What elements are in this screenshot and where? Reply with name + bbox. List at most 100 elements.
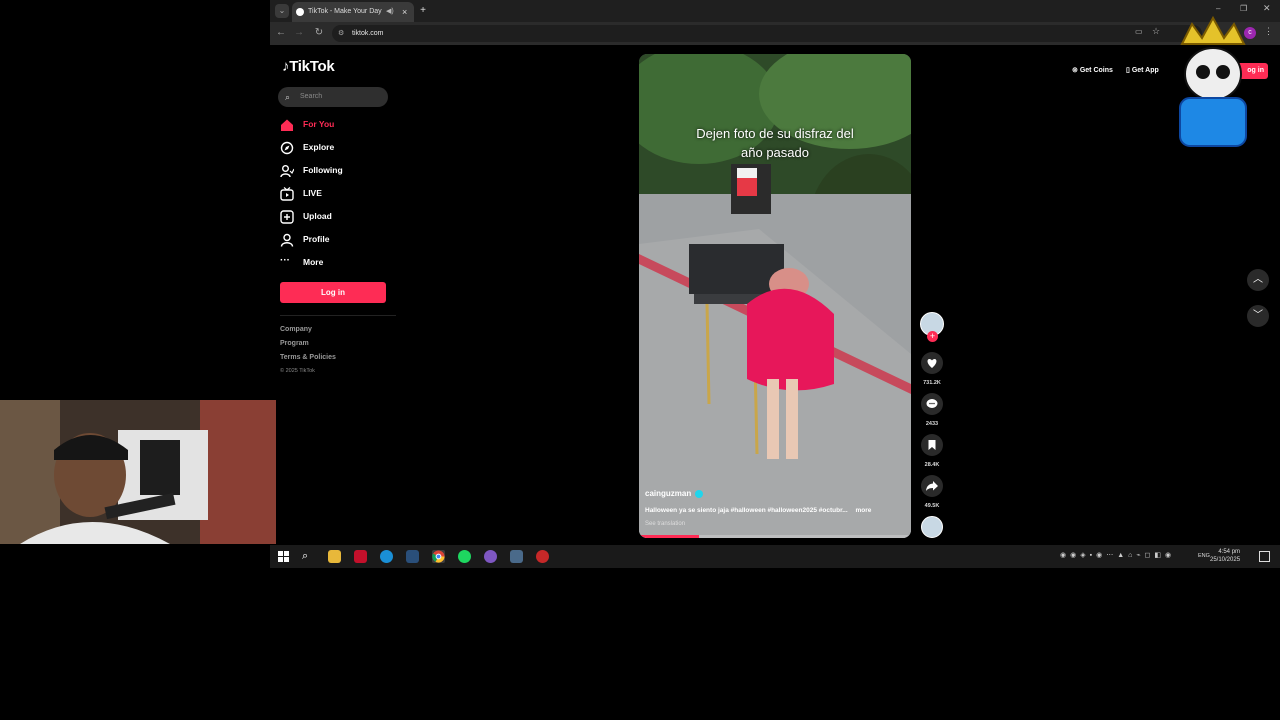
verified-badge-icon [695,489,704,498]
maximize-icon[interactable]: ❐ [1240,4,1247,13]
site-info-icon[interactable]: ⚙ [338,25,344,42]
system-tray-icons[interactable]: ◉◉◈▪◉⋯▲⌂⌁◻◧◉ [1060,551,1175,559]
discord-icon[interactable] [484,550,497,563]
search-icon: ⌕ [285,92,291,102]
search-placeholder: Search [300,93,323,100]
heart-icon [927,359,937,368]
compass-icon [280,141,294,155]
speaker-icon[interactable]: ◀) [386,2,394,22]
search-input[interactable]: ⌕ Search [278,87,388,107]
following-icon [280,164,295,178]
nav-label: Following [303,165,343,175]
more-link[interactable]: more [855,507,871,514]
webcam-overlay [0,400,276,544]
taskbar-search-icon[interactable]: ⌕ [302,550,315,563]
nav-live[interactable]: LIVE [280,185,322,201]
live-icon [280,186,294,201]
app-icon[interactable] [510,550,523,563]
nav-label: More [303,257,324,267]
footer-copyright: © 2025 TikTok [280,368,315,374]
get-app-button[interactable]: ▯ Get App [1126,63,1159,79]
edge-icon[interactable] [380,550,393,563]
tiktok-favicon-icon [296,8,304,16]
coin-icon: ⊚ [1072,67,1078,74]
nav-label: LIVE [303,188,322,198]
tab-search-icon[interactable]: ⌄ [275,4,289,18]
bookmark-star-icon[interactable]: ☆ [1152,26,1160,37]
tab-title: TikTok - Make Your Day [308,8,382,15]
tab-tiktok[interactable]: TikTok - Make Your Day ◀) × [292,2,414,22]
home-icon [280,118,294,132]
upload-icon [280,210,294,224]
url-field[interactable]: ⚙ tiktok.com [332,25,1202,42]
share-button[interactable] [921,475,943,497]
nav-more[interactable]: ··· More [280,254,323,270]
comment-count: 2433 [925,421,939,427]
description-text: Halloween ya se siento jaja #halloween #… [645,507,848,514]
next-video-button[interactable]: ﹀ [1247,305,1269,327]
notification-icon[interactable] [1259,551,1270,562]
footer-program-link[interactable]: Program [280,340,309,347]
nav-explore[interactable]: Explore [280,139,334,155]
clock[interactable]: 4:54 pm 25/10/2025 [1210,548,1240,564]
see-translation-link[interactable]: See translation [645,521,685,527]
clock-date: 25/10/2025 [1210,557,1241,563]
nav-following[interactable]: Following [280,162,343,178]
video-progress-bar[interactable] [639,535,911,538]
get-app-label: Get App [1131,67,1159,74]
bookmark-icon [928,440,936,450]
get-coins-label: Get Coins [1079,67,1113,74]
sidebar-divider [280,315,396,316]
nav-upload[interactable]: Upload [280,208,332,224]
close-tab-icon[interactable]: × [402,2,407,22]
reload-icon[interactable]: ↻ [312,26,326,40]
language-indicator[interactable]: ENG [1198,553,1210,559]
video-username[interactable]: cainguzman [645,489,704,498]
tab-bar: ⌄ TikTok - Make Your Day ◀) × + – ❐ ✕ [270,0,1280,22]
music-disc-icon[interactable] [921,516,943,538]
footer-company-link[interactable]: Company [280,326,312,333]
url-text: tiktok.com [352,30,384,37]
comment-button[interactable] [921,393,943,415]
minimize-icon[interactable]: – [1216,4,1220,13]
forward-icon[interactable]: → [292,26,306,40]
follow-plus-icon[interactable]: + [927,331,938,342]
username-text: cainguzman [645,489,692,498]
browser-window: ⌄ TikTok - Make Your Day ◀) × + – ❐ ✕ ← … [270,0,1280,545]
video-description: Halloween ya se siento jaja #halloween #… [645,507,871,514]
close-window-icon[interactable]: ✕ [1263,3,1271,14]
browser-menu-icon[interactable]: ⋮ [1264,26,1273,37]
file-explorer-icon[interactable] [328,550,341,563]
caption-line-1: Dejen foto de su disfraz del [696,126,854,141]
steam-icon[interactable] [406,550,419,563]
comment-icon [926,399,938,408]
video-overlay-caption: Dejen foto de su disfraz del año pasado [639,124,911,162]
back-icon[interactable]: ← [274,26,288,40]
profile-icon [280,233,294,247]
chrome-icon[interactable] [432,550,445,563]
save-button[interactable] [921,434,943,456]
cast-icon[interactable]: ▭ [1135,27,1143,36]
spotify-icon[interactable] [458,550,471,563]
previous-video-button[interactable]: ︿ [1247,269,1269,291]
get-coins-button[interactable]: ⊚ Get Coins [1072,63,1113,79]
video-player[interactable]: Dejen foto de su disfraz del año pasado … [639,54,911,538]
share-count: 49.5K [924,503,940,509]
login-button[interactable]: Log in [280,282,386,303]
windows-taskbar: ⌕ ◉◉◈▪◉⋯▲⌂⌁◻◧◉ ENG 4:54 pm 25/10/2025 [270,545,1280,568]
nav-label: For You [303,119,335,129]
new-tab-button[interactable]: + [416,4,430,18]
windows-start-icon[interactable] [277,550,290,563]
media-player-icon[interactable] [354,550,367,563]
like-count: 731.2K [923,380,941,386]
like-button[interactable] [921,352,943,374]
nav-label: Upload [303,211,332,221]
webcam-feed-image [0,400,276,544]
nav-for-you[interactable]: For You [280,116,334,132]
nav-profile[interactable]: Profile [280,231,329,247]
footer-terms-link[interactable]: Terms & Policies [280,354,336,361]
nav-label: Profile [303,234,330,244]
obs-icon[interactable] [536,550,549,563]
tiktok-logo[interactable]: ♪TikTok [282,58,335,75]
video-progress-fill [639,535,699,538]
